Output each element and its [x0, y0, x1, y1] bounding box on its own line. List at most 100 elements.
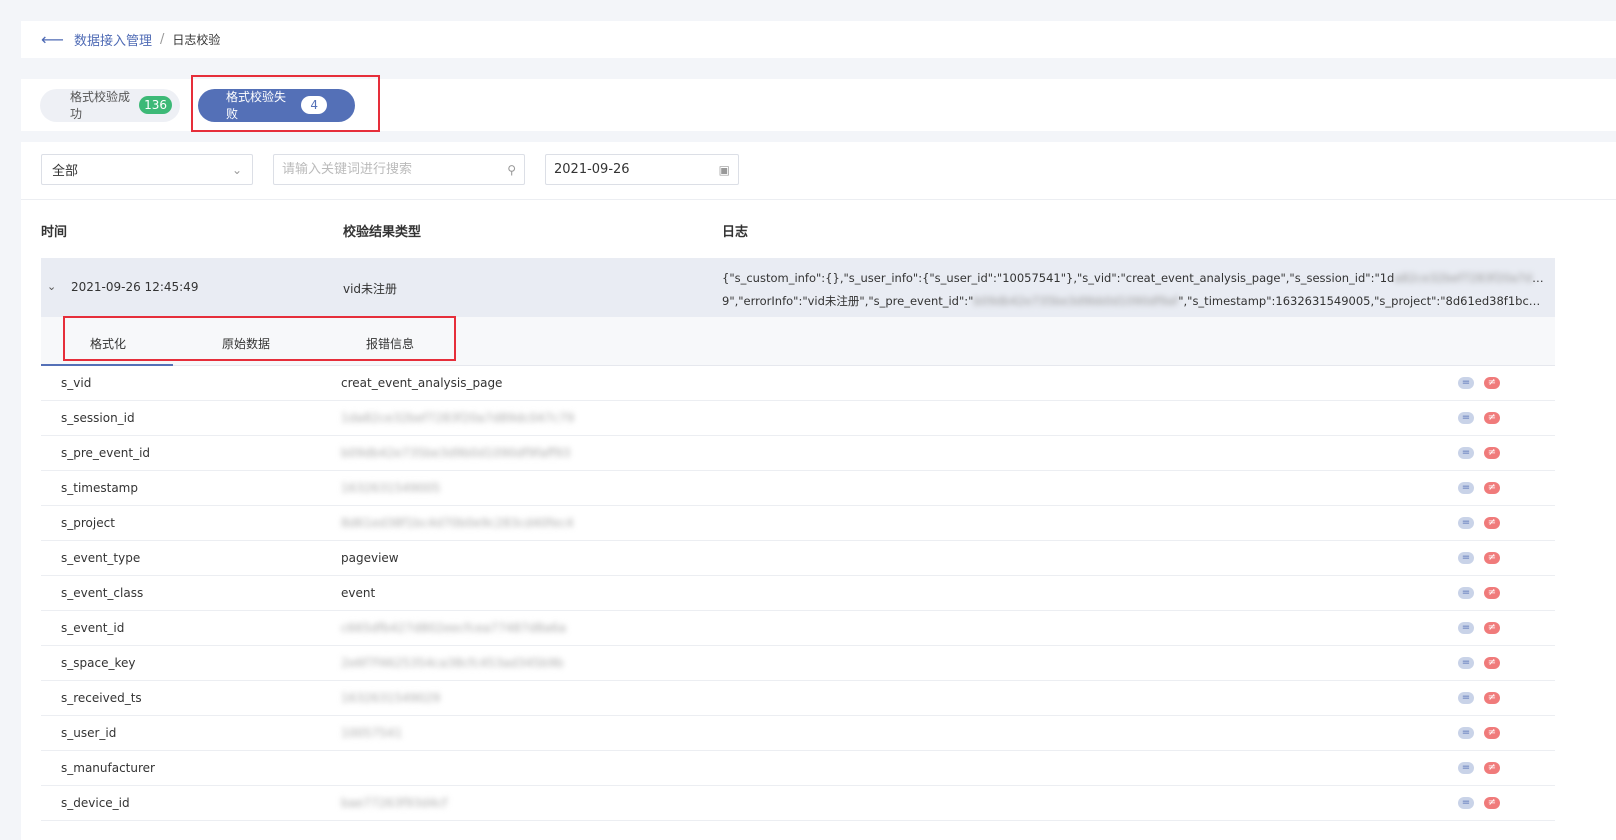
equal-filter-button[interactable]: =	[1458, 552, 1474, 564]
search-input[interactable]	[282, 162, 508, 177]
table-row[interactable]: ⌄ 2021-09-26 12:45:49 vid未注册 {"s_custom_…	[41, 258, 1555, 317]
field-value: 1632631549005	[341, 481, 441, 495]
field-value: 1da82ce32bef7283f20a7d89dc047c79	[341, 411, 575, 425]
field-row: s_event_id c665dfb427d802eecfcea77487d8a6…	[41, 611, 1555, 646]
breadcrumb-current: 日志校验	[172, 33, 221, 47]
field-row: s_space_key 2e6f7f4625354ca38cfc453ad345b…	[41, 646, 1555, 681]
search-field[interactable]: ⚲	[273, 154, 525, 185]
divider	[21, 199, 1616, 200]
equal-filter-button[interactable]: =	[1458, 762, 1474, 774]
field-key: s_vid	[61, 376, 92, 390]
not-equal-filter-button[interactable]: ≠	[1484, 657, 1500, 669]
log-line-1: {"s_custom_info":{},"s_user_info":{"s_us…	[722, 267, 1547, 290]
equal-filter-button[interactable]: =	[1458, 622, 1474, 634]
main-panel: 全部 ⌄ ⚲ 2021-09-26 ▣ 时间 校验结果类型 日志 ⌄ 2021-…	[21, 142, 1616, 840]
equal-filter-button[interactable]: =	[1458, 587, 1474, 599]
field-value: 2e6f7f4625354ca38cfc453ad345b9b	[341, 656, 564, 670]
select-value: 全部	[52, 164, 79, 179]
column-header-log: 日志	[722, 225, 749, 240]
field-row: s_event_type pageview = ≠	[41, 541, 1555, 576]
not-equal-filter-button[interactable]: ≠	[1484, 412, 1500, 424]
field-key: s_manufacturer	[61, 761, 155, 775]
result-type-select[interactable]: 全部 ⌄	[41, 154, 253, 185]
field-row: s_received_ts 1632631549029 = ≠	[41, 681, 1555, 716]
field-row: s_project 8d61ed38f1bc4d70b0e9c283cd40fec…	[41, 506, 1555, 541]
field-key: s_pre_event_id	[61, 446, 151, 460]
field-value: pageview	[341, 551, 399, 565]
field-value: bae77263f93d4cf	[341, 796, 448, 810]
equal-filter-button[interactable]: =	[1458, 657, 1474, 669]
equal-filter-button[interactable]: =	[1458, 517, 1474, 529]
field-row: s_session_id 1da82ce32bef7283f20a7d89dc04…	[41, 401, 1555, 436]
arrow-left-icon[interactable]: ⟵	[41, 30, 64, 49]
equal-filter-button[interactable]: =	[1458, 447, 1474, 459]
log-line-1-blurred: a82ce32bef7283f20a7d89dc047c7	[1394, 271, 1547, 285]
not-equal-filter-button[interactable]: ≠	[1484, 727, 1500, 739]
not-equal-filter-button[interactable]: ≠	[1484, 762, 1500, 774]
not-equal-filter-button[interactable]: ≠	[1484, 622, 1500, 634]
tab-formatted[interactable]: 格式化	[90, 335, 126, 352]
equal-filter-button[interactable]: =	[1458, 692, 1474, 704]
field-row: s_device_id bae77263f93d4cf = ≠	[41, 786, 1555, 821]
field-key: s_event_class	[61, 586, 144, 600]
log-line-2-blurred: b09db42e735be3d9bb0d1090df9af	[973, 294, 1179, 308]
not-equal-filter-button[interactable]: ≠	[1484, 797, 1500, 809]
equal-filter-button[interactable]: =	[1458, 377, 1474, 389]
field-key: s_user_id	[61, 726, 117, 740]
field-key: s_event_type	[61, 551, 141, 565]
status-tab-bar: 格式校验成功 136 格式校验失败 4	[21, 79, 1616, 131]
tab-format-success-label: 格式校验成功	[70, 90, 131, 121]
field-key: s_project	[61, 516, 115, 530]
row-result-type: vid未注册	[343, 282, 398, 296]
tab-raw-data[interactable]: 原始数据	[222, 335, 270, 352]
chevron-down-icon: ⌄	[231, 162, 242, 177]
field-key: s_session_id	[61, 411, 135, 425]
field-key: s_received_ts	[61, 691, 142, 705]
not-equal-filter-button[interactable]: ≠	[1484, 377, 1500, 389]
equal-filter-button[interactable]: =	[1458, 412, 1474, 424]
breadcrumb-parent-link[interactable]: 数据接入管理	[74, 30, 152, 49]
equal-filter-button[interactable]: =	[1458, 482, 1474, 494]
field-key: s_timestamp	[61, 481, 138, 495]
success-count-badge: 136	[139, 96, 172, 114]
search-icon[interactable]: ⚲	[507, 163, 516, 177]
tab-format-failed[interactable]: 格式校验失败 4	[198, 88, 355, 122]
field-value: 1632631549029	[341, 691, 441, 705]
tab-format-failed-label: 格式校验失败	[226, 90, 287, 121]
tab-format-success[interactable]: 格式校验成功 136	[40, 88, 180, 122]
calendar-icon: ▣	[718, 162, 730, 177]
tab-error-info[interactable]: 报错信息	[366, 335, 414, 352]
field-value: c665dfb427d802eecfcea77487d8a6a	[341, 621, 567, 635]
log-line-2: 9","errorInfo":"vid未注册","s_pre_event_id"…	[722, 290, 1547, 313]
field-value: 8d61ed38f1bc4d70b0e9c283cd40fec4	[341, 516, 574, 530]
filter-bar: 全部 ⌄ ⚲ 2021-09-26 ▣	[41, 154, 739, 185]
not-equal-filter-button[interactable]: ≠	[1484, 552, 1500, 564]
column-header-time: 时间	[41, 225, 68, 240]
row-log: {"s_custom_info":{},"s_user_info":{"s_us…	[722, 267, 1547, 313]
field-row: s_event_class event = ≠	[41, 576, 1555, 611]
field-key: s_device_id	[61, 796, 130, 810]
breadcrumb-separator: /	[159, 32, 165, 47]
column-header-type: 校验结果类型	[343, 225, 422, 240]
field-value: 10057541	[341, 726, 403, 740]
breadcrumb: ⟵ 数据接入管理 / 日志校验	[21, 21, 1616, 58]
date-picker[interactable]: 2021-09-26 ▣	[545, 154, 739, 185]
field-key: s_space_key	[61, 656, 136, 670]
not-equal-filter-button[interactable]: ≠	[1484, 692, 1500, 704]
field-row: s_vid creat_event_analysis_page = ≠	[41, 366, 1555, 401]
not-equal-filter-button[interactable]: ≠	[1484, 517, 1500, 529]
field-row: s_user_id 10057541 = ≠	[41, 716, 1555, 751]
equal-filter-button[interactable]: =	[1458, 797, 1474, 809]
field-row: s_timestamp 1632631549005 = ≠	[41, 471, 1555, 506]
log-line-2-start: 9","errorInfo":"vid未注册","s_pre_event_id"…	[722, 294, 974, 308]
date-value: 2021-09-26	[554, 162, 630, 177]
chevron-down-icon[interactable]: ⌄	[47, 280, 56, 293]
not-equal-filter-button[interactable]: ≠	[1484, 447, 1500, 459]
log-line-1-text: {"s_custom_info":{},"s_user_info":{"s_us…	[722, 271, 1395, 285]
field-row: s_pre_event_id b09db42e735be3d9b0d1090df9…	[41, 436, 1555, 471]
not-equal-filter-button[interactable]: ≠	[1484, 482, 1500, 494]
log-line-2-end: ","s_timestamp":1632631549005,"s_project…	[1178, 294, 1547, 308]
not-equal-filter-button[interactable]: ≠	[1484, 587, 1500, 599]
field-value: event	[341, 586, 376, 600]
equal-filter-button[interactable]: =	[1458, 727, 1474, 739]
